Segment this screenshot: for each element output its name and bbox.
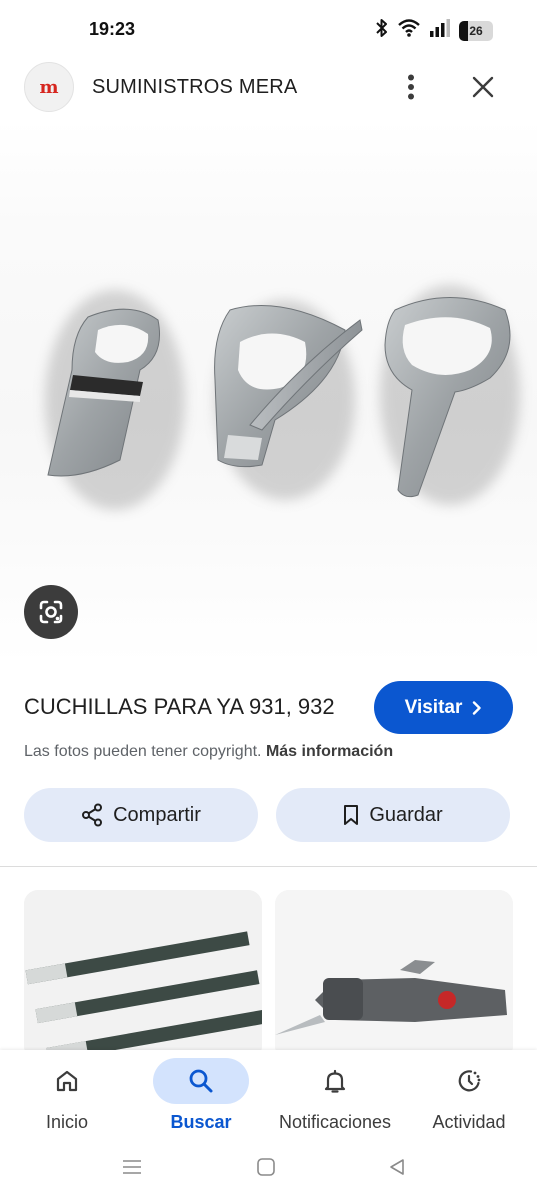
more-options-button[interactable]: [396, 70, 426, 104]
system-navigation-bar: [0, 1150, 537, 1184]
copyright-notice: Las fotos pueden tener copyright. Más in…: [24, 743, 393, 761]
save-button[interactable]: Guardar: [276, 788, 510, 842]
status-icons: 26: [375, 18, 493, 43]
site-logo-letter: m: [39, 76, 59, 98]
lens-search-button[interactable]: [24, 585, 78, 639]
nav-item-buscar[interactable]: Buscar: [134, 1050, 268, 1150]
product-image[interactable]: [0, 120, 537, 665]
battery-level: 26: [469, 23, 483, 38]
home-icon: [56, 1070, 78, 1092]
status-bar: 19:23 26: [0, 0, 537, 60]
nav-label-buscar: Buscar: [170, 1112, 232, 1132]
back-triangle-icon: [390, 1159, 404, 1175]
header: m SUMINISTROS MERA: [0, 60, 537, 116]
related-image-tool: [275, 890, 513, 1060]
activity-icon: [458, 1070, 481, 1092]
chevron-right-icon: [473, 700, 482, 715]
site-logo[interactable]: m: [24, 62, 74, 112]
close-icon: [472, 76, 494, 98]
related-result-card[interactable]: [275, 890, 513, 1060]
result-title: CUCHILLAS PARA YA 931, 932: [24, 694, 335, 719]
visit-button[interactable]: Visitar: [374, 681, 513, 734]
share-label: Compartir: [113, 803, 201, 826]
recents-button[interactable]: [117, 1156, 147, 1178]
wifi-icon: [397, 18, 421, 43]
google-lens-icon: [39, 600, 63, 624]
bookmark-icon: [344, 805, 359, 825]
related-image-blades: [24, 890, 262, 1060]
menu-lines-icon: [123, 1160, 141, 1174]
more-info-link[interactable]: Más información: [266, 743, 393, 760]
copyright-text: Las fotos pueden tener copyright.: [24, 743, 262, 760]
share-button[interactable]: Compartir: [24, 788, 258, 842]
square-icon: [257, 1158, 275, 1176]
home-button[interactable]: [251, 1156, 281, 1178]
signal-icon: [429, 19, 451, 42]
blades-illustration: [45, 285, 520, 510]
nav-item-actividad[interactable]: Actividad: [402, 1050, 536, 1150]
bell-icon: [324, 1069, 346, 1093]
visit-label: Visitar: [404, 696, 463, 718]
bluetooth-icon: [375, 18, 389, 43]
back-button[interactable]: [382, 1156, 412, 1178]
share-icon: [82, 803, 103, 827]
close-button[interactable]: [466, 70, 500, 104]
search-icon: [189, 1069, 213, 1093]
section-divider: [0, 866, 537, 867]
nav-label-actividad: Actividad: [432, 1112, 506, 1132]
battery-icon: 26: [459, 20, 493, 41]
more-vert-icon: [408, 74, 414, 100]
nav-item-notificaciones[interactable]: Notificaciones: [268, 1050, 402, 1150]
nav-label-inicio: Inicio: [45, 1112, 89, 1132]
related-result-card[interactable]: [24, 890, 262, 1060]
status-time: 19:23: [89, 19, 136, 39]
nav-label-notificaciones: Notificaciones: [278, 1112, 392, 1132]
nav-item-inicio[interactable]: Inicio: [0, 1050, 134, 1150]
site-name[interactable]: SUMINISTROS MERA: [92, 76, 297, 99]
save-label: Guardar: [369, 803, 443, 826]
